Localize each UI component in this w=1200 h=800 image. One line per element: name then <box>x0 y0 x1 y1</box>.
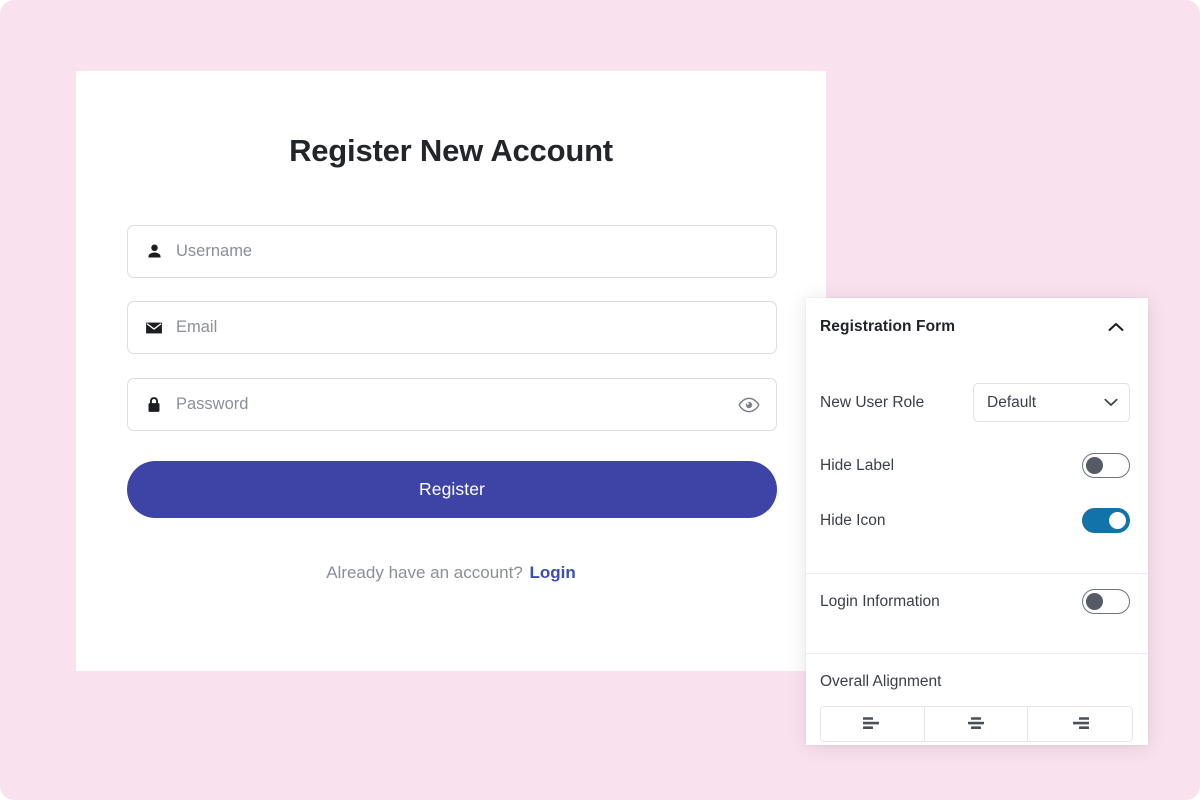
overall-alignment-section: Overall Alignment <box>806 654 1148 742</box>
envelope-icon <box>143 317 165 339</box>
lock-icon <box>143 394 165 416</box>
new-user-role-value: Default <box>987 393 1037 411</box>
toggle-knob <box>1086 457 1103 474</box>
register-button[interactable]: Register <box>127 461 777 518</box>
email-field[interactable]: Email <box>127 301 777 354</box>
new-user-role-row: New User Role Default <box>806 375 1148 430</box>
hide-label-label: Hide Label <box>820 456 895 474</box>
login-information-row: Login Information <box>806 574 1148 629</box>
alignment-button-group <box>820 706 1133 742</box>
toggle-knob <box>1109 512 1126 529</box>
align-left-button[interactable] <box>821 707 925 741</box>
chevron-up-icon[interactable] <box>1105 316 1127 338</box>
align-center-icon <box>965 715 987 734</box>
overall-alignment-label: Overall Alignment <box>820 673 942 690</box>
hide-icon-toggle[interactable] <box>1082 508 1130 533</box>
page-title: Register New Account <box>289 133 613 168</box>
app-canvas: Register New Account Username Email Pass… <box>0 0 1200 800</box>
align-right-icon <box>1069 715 1091 734</box>
eye-icon[interactable] <box>736 394 762 416</box>
new-user-role-select[interactable]: Default <box>973 383 1130 422</box>
username-placeholder: Username <box>176 242 253 261</box>
login-information-toggle[interactable] <box>1082 589 1130 614</box>
new-user-role-label: New User Role <box>820 393 925 411</box>
align-right-button[interactable] <box>1028 707 1132 741</box>
hide-label-toggle[interactable] <box>1082 453 1130 478</box>
login-link[interactable]: Login <box>530 563 576 582</box>
login-information-label: Login Information <box>820 592 940 610</box>
settings-panel: Registration Form New User Role Default <box>806 298 1148 745</box>
login-prompt-text: Already have an account? <box>326 563 523 582</box>
toggle-knob <box>1086 593 1103 610</box>
hide-icon-label: Hide Icon <box>820 511 886 529</box>
username-field[interactable]: Username <box>127 225 777 278</box>
panel-title: Registration Form <box>820 317 956 335</box>
email-placeholder: Email <box>176 318 218 337</box>
password-placeholder: Password <box>176 395 249 414</box>
hide-label-row: Hide Label <box>806 438 1148 493</box>
align-left-icon <box>861 715 883 734</box>
login-prompt: Already have an account? Login <box>76 563 826 583</box>
registration-card: Register New Account Username Email Pass… <box>76 71 826 671</box>
align-center-button[interactable] <box>924 707 1029 741</box>
person-icon <box>143 241 165 263</box>
password-field[interactable]: Password <box>127 378 777 431</box>
hide-icon-row: Hide Icon <box>806 493 1148 548</box>
chevron-down-icon <box>1104 394 1118 412</box>
panel-header[interactable]: Registration Form <box>806 298 1148 355</box>
